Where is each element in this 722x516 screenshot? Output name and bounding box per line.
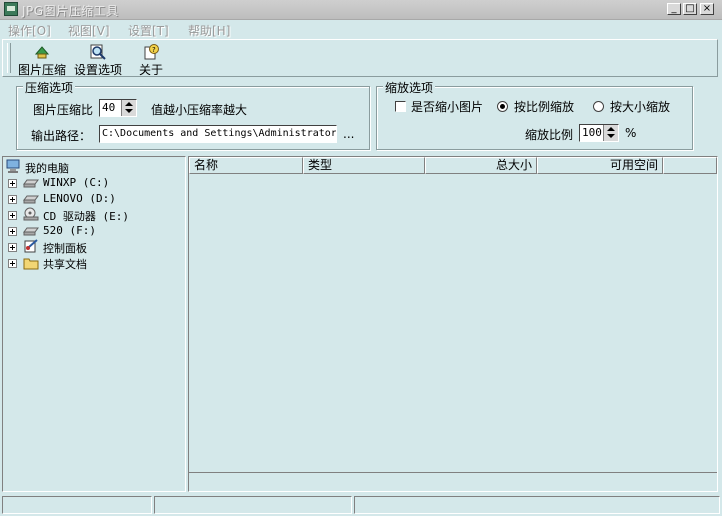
- bysize-radio[interactable]: [593, 101, 604, 112]
- app-icon: [4, 2, 18, 16]
- tree-item-control-panel[interactable]: 控制面板: [3, 239, 183, 255]
- tree-label: CD 驱动器 (E:): [43, 210, 129, 223]
- scale-unit: %: [625, 126, 637, 140]
- expand-icon[interactable]: [8, 211, 17, 220]
- minimize-button[interactable]: _: [667, 3, 681, 15]
- drive-icon: [23, 179, 39, 188]
- menu-bar: 操作[O] 视图[V] 设置[T] 帮助[H]: [0, 20, 722, 38]
- menu-operate[interactable]: 操作[O]: [8, 22, 51, 39]
- toolbar: 图片压缩 设置选项 ? 关于: [2, 39, 718, 77]
- compress-icon: [34, 46, 50, 59]
- output-path-field[interactable]: C:\Documents and Settings\Administrator: [99, 125, 337, 143]
- status-bar: [0, 494, 722, 516]
- ratio-spinner[interactable]: 40: [99, 99, 137, 117]
- status-pane-1: [2, 496, 152, 514]
- column-filler: [663, 157, 717, 174]
- folder-tree[interactable]: 我的电脑 WINXP (C:) LENOVO (D:) CD 驱动器 (E:) …: [2, 156, 186, 492]
- tree-item-shared-docs[interactable]: 共享文档: [3, 255, 183, 271]
- column-name[interactable]: 名称: [189, 157, 303, 174]
- scaling-options-group: 缩放选项 是否缩小图片 按比例缩放 按大小缩放 缩放比例 100 %: [376, 79, 693, 150]
- spin-down-icon[interactable]: [125, 109, 133, 113]
- menu-help[interactable]: 帮助[H]: [188, 22, 230, 39]
- scale-spinner[interactable]: 100: [579, 124, 619, 142]
- tree-label: 控制面板: [43, 242, 87, 255]
- app-window: JPG图片压缩工具 _ □ × 操作[O] 视图[V] 设置[T] 帮助[H] …: [0, 0, 722, 516]
- ratio-hint: 值越小压缩率越大: [151, 103, 248, 117]
- file-list[interactable]: 名称 类型 总大小 可用空间: [188, 156, 718, 492]
- ratio-spinner-arrows[interactable]: [121, 100, 136, 116]
- tree-label: 共享文档: [43, 258, 87, 271]
- tree-item-drive-d[interactable]: LENOVO (D:): [3, 191, 183, 207]
- shrink-label: 是否缩小图片: [411, 100, 484, 114]
- list-header: 名称 类型 总大小 可用空间: [189, 157, 717, 174]
- scale-spinner-arrows[interactable]: [603, 125, 618, 141]
- tree-label: 我的电脑: [25, 162, 69, 175]
- browse-button[interactable]: ...: [343, 127, 354, 141]
- menu-view[interactable]: 视图[V]: [68, 22, 110, 39]
- tree-label: WINXP (C:): [43, 176, 110, 189]
- expand-icon[interactable]: [8, 243, 17, 252]
- expand-icon[interactable]: [8, 227, 17, 236]
- computer-icon: [6, 159, 20, 173]
- about-label: 关于: [138, 63, 163, 77]
- tree-label: LENOVO (D:): [43, 192, 116, 205]
- tree-item-my-computer[interactable]: 我的电脑: [3, 159, 183, 175]
- magnifier-icon: [90, 44, 106, 60]
- drive-icon: [23, 227, 39, 236]
- window-title: JPG图片压缩工具: [22, 4, 119, 18]
- about-button[interactable]: ? 关于: [131, 41, 171, 77]
- expand-icon[interactable]: [8, 259, 17, 268]
- ratio-value: 40: [102, 101, 116, 114]
- compression-options-group: 压缩选项 图片压缩比 40 值越小压缩率越大 输出路径： C:\Document…: [16, 79, 370, 150]
- help-icon: ?: [144, 44, 159, 60]
- proportional-label: 按比例缩放: [514, 100, 575, 114]
- expand-icon[interactable]: [8, 179, 17, 188]
- spin-up-icon[interactable]: [125, 102, 133, 106]
- ratio-label: 图片压缩比: [33, 103, 94, 117]
- settings-button[interactable]: 设置选项: [71, 41, 125, 77]
- output-path-label: 输出路径：: [31, 129, 92, 143]
- toolbar-grip[interactable]: [7, 43, 11, 73]
- tree-item-drive-f[interactable]: 520 (F:): [3, 223, 183, 239]
- compression-group-title: 压缩选项: [23, 79, 76, 96]
- scale-label: 缩放比例: [525, 128, 574, 142]
- scale-value: 100: [582, 126, 602, 139]
- expand-icon[interactable]: [8, 195, 17, 204]
- menu-settings[interactable]: 设置[T]: [128, 22, 169, 39]
- column-type[interactable]: 类型: [303, 157, 425, 174]
- maximize-button[interactable]: □: [683, 3, 697, 15]
- svg-text:?: ?: [152, 46, 156, 54]
- tree-label: 520 (F:): [43, 224, 96, 237]
- compress-button[interactable]: 图片压缩: [15, 41, 69, 77]
- folder-icon: [23, 258, 39, 270]
- compress-label: 图片压缩: [17, 63, 66, 77]
- list-horizontal-scrollbar[interactable]: [189, 472, 717, 491]
- proportional-radio[interactable]: [497, 101, 508, 112]
- tree-item-drive-e[interactable]: CD 驱动器 (E:): [3, 207, 183, 223]
- shrink-checkbox[interactable]: [395, 101, 406, 112]
- spin-up-icon[interactable]: [607, 127, 615, 131]
- settings-label: 设置选项: [73, 63, 122, 77]
- close-button[interactable]: ×: [700, 3, 714, 15]
- status-pane-2: [154, 496, 352, 514]
- spin-down-icon[interactable]: [607, 134, 615, 138]
- scaling-group-title: 缩放选项: [383, 79, 436, 96]
- drive-icon: [23, 195, 39, 204]
- status-pane-3: [354, 496, 720, 514]
- column-total-size[interactable]: 总大小: [425, 157, 537, 174]
- title-bar[interactable]: JPG图片压缩工具 _ □ ×: [0, 0, 722, 20]
- column-free-space[interactable]: 可用空间: [537, 157, 663, 174]
- bysize-label: 按大小缩放: [610, 100, 671, 114]
- control-panel-icon: [24, 239, 38, 253]
- cd-drive-icon: [23, 207, 39, 221]
- tree-item-drive-c[interactable]: WINXP (C:): [3, 175, 183, 191]
